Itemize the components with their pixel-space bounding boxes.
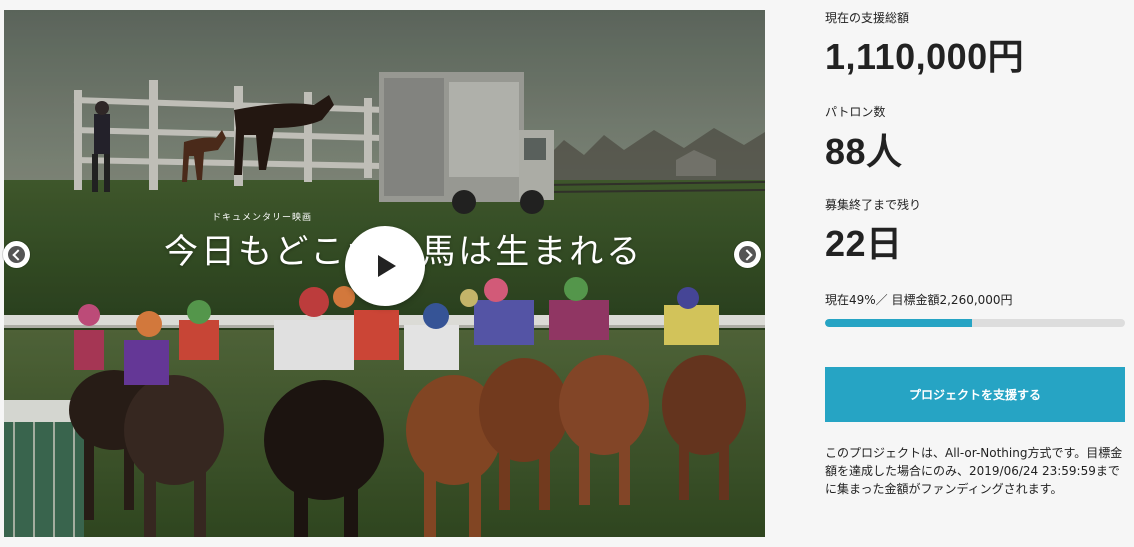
remaining-days-value: 22日 <box>825 223 903 264</box>
carousel-next-button[interactable] <box>734 241 761 268</box>
support-project-button[interactable]: プロジェクトを支援する <box>825 367 1125 422</box>
funding-progress-bar <box>825 319 1125 327</box>
progress-text: 現在49%／ 目標金額2,260,000円 <box>825 293 1013 307</box>
patrons-label: パトロン数 <box>825 105 886 119</box>
project-page: ドキュメンタリー映画 今日もどこかで馬は生まれる 現在の支援総額 1,110,0… <box>0 0 1134 547</box>
total-amount-label: 現在の支援総額 <box>825 11 910 25</box>
patrons-value: 88人 <box>825 131 903 172</box>
project-video[interactable]: ドキュメンタリー映画 今日もどこかで馬は生まれる <box>4 10 765 537</box>
chevron-left-icon <box>8 246 25 263</box>
funding-progress-fill <box>825 319 972 327</box>
total-amount-value: 1,110,000円 <box>825 36 1025 77</box>
chevron-right-icon <box>739 246 756 263</box>
play-button[interactable] <box>345 226 425 306</box>
play-icon <box>378 255 396 277</box>
film-subtitle: ドキュメンタリー映画 <box>212 213 313 223</box>
remaining-days-label: 募集終了まで残り <box>825 198 922 212</box>
carousel-prev-button[interactable] <box>3 241 30 268</box>
funding-method-note: このプロジェクトは、All-or-Nothing方式です。目標金額を達成した場合… <box>825 446 1123 496</box>
